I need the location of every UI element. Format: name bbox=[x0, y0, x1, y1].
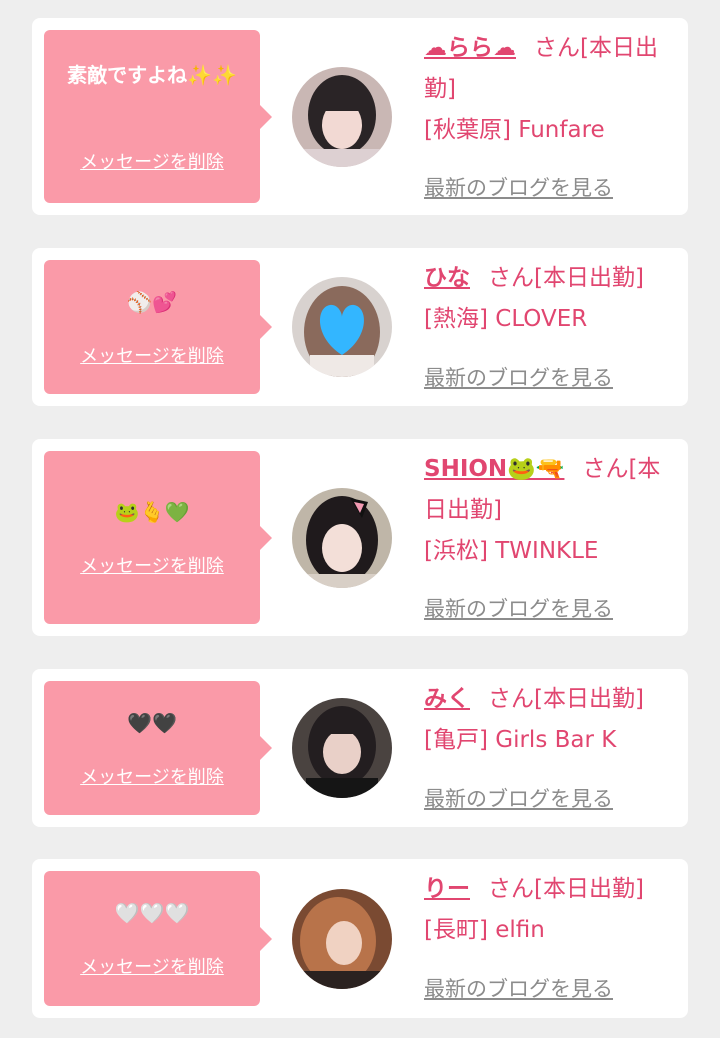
message-card: ⚾💕 メッセージを削除 ひな さん[本日出勤] [熱海] CLOVER 最新のブロ… bbox=[32, 248, 688, 406]
attendance-status: さん[本日出勤] bbox=[488, 876, 644, 902]
shop-label: [長町] elfin bbox=[424, 917, 545, 943]
blog-link[interactable]: 最新のブログを見る bbox=[424, 172, 613, 202]
avatar[interactable] bbox=[292, 889, 392, 989]
message-text: 🖤🖤 bbox=[127, 711, 177, 735]
cast-info: ☁らら☁ さん[本日出勤] [秋葉原] Funfare bbox=[424, 28, 670, 151]
message-bubble: 🖤🖤 メッセージを削除 bbox=[44, 681, 272, 815]
avatar-image bbox=[292, 698, 392, 798]
avatar[interactable] bbox=[292, 698, 392, 798]
message-text: ⚾💕 bbox=[127, 290, 177, 314]
cast-info: みく さん[本日出勤] [亀戸] Girls Bar K bbox=[424, 679, 670, 761]
blog-link[interactable]: 最新のブログを見る bbox=[424, 973, 613, 1003]
avatar-image bbox=[292, 67, 392, 167]
shop-label: [秋葉原] Funfare bbox=[424, 117, 605, 143]
blog-link[interactable]: 最新のブログを見る bbox=[424, 362, 613, 392]
attendance-status: さん[本日出勤] bbox=[488, 265, 644, 291]
avatar-image bbox=[292, 488, 392, 588]
message-bubble: 素敵ですよね✨️✨ メッセージを削除 bbox=[44, 30, 272, 203]
message-text: 🐸🫰💚 bbox=[114, 500, 190, 524]
blog-link[interactable]: 最新のブログを見る bbox=[424, 593, 613, 623]
cast-name-link[interactable]: ひな bbox=[424, 265, 470, 291]
cast-info: ひな さん[本日出勤] [熱海] CLOVER bbox=[424, 258, 670, 340]
shop-label: [熱海] CLOVER bbox=[424, 306, 588, 332]
cast-name-link[interactable]: SHION🐸🔫 bbox=[424, 456, 564, 482]
message-text: 🤍🤍🤍 bbox=[114, 901, 190, 925]
shop-label: [亀戸] Girls Bar K bbox=[424, 727, 617, 753]
message-bubble: ⚾💕 メッセージを削除 bbox=[44, 260, 272, 394]
avatar[interactable] bbox=[292, 277, 392, 377]
message-card: 素敵ですよね✨️✨ メッセージを削除 ☁らら☁ さん[本日出勤] [秋葉原] Fu… bbox=[32, 18, 688, 215]
message-bubble: 🤍🤍🤍 メッセージを削除 bbox=[44, 871, 272, 1006]
message-card: 🤍🤍🤍 メッセージを削除 りー さん[本日出勤] [長町] elfin 最新のブロ… bbox=[32, 859, 688, 1018]
cast-name-link[interactable]: みく bbox=[424, 686, 470, 712]
delete-message-link[interactable]: メッセージを削除 bbox=[44, 953, 260, 979]
cast-info: SHION🐸🔫 さん[本日出勤] [浜松] TWINKLE bbox=[424, 449, 670, 572]
attendance-status: さん[本日出勤] bbox=[488, 686, 644, 712]
message-card: 🖤🖤 メッセージを削除 みく さん[本日出勤] [亀戸] Girls Bar K … bbox=[32, 669, 688, 827]
blog-link[interactable]: 最新のブログを見る bbox=[424, 783, 613, 813]
avatar-image bbox=[292, 889, 392, 989]
avatar[interactable] bbox=[292, 67, 392, 167]
message-card: 🐸🫰💚 メッセージを削除 SHION🐸🔫 さん[本日出勤] [浜松] TWINKL… bbox=[32, 439, 688, 636]
message-bubble: 🐸🫰💚 メッセージを削除 bbox=[44, 451, 272, 624]
cast-name-link[interactable]: りー bbox=[424, 876, 470, 902]
delete-message-link[interactable]: メッセージを削除 bbox=[44, 148, 260, 174]
avatar[interactable] bbox=[292, 488, 392, 588]
delete-message-link[interactable]: メッセージを削除 bbox=[44, 342, 260, 368]
message-text: 素敵ですよね✨️✨ bbox=[67, 63, 237, 87]
shop-label: [浜松] TWINKLE bbox=[424, 538, 599, 564]
avatar-image bbox=[292, 277, 392, 377]
cast-info: りー さん[本日出勤] [長町] elfin bbox=[424, 869, 670, 951]
cast-name-link[interactable]: ☁らら☁ bbox=[424, 35, 516, 61]
delete-message-link[interactable]: メッセージを削除 bbox=[44, 552, 260, 578]
delete-message-link[interactable]: メッセージを削除 bbox=[44, 763, 260, 789]
